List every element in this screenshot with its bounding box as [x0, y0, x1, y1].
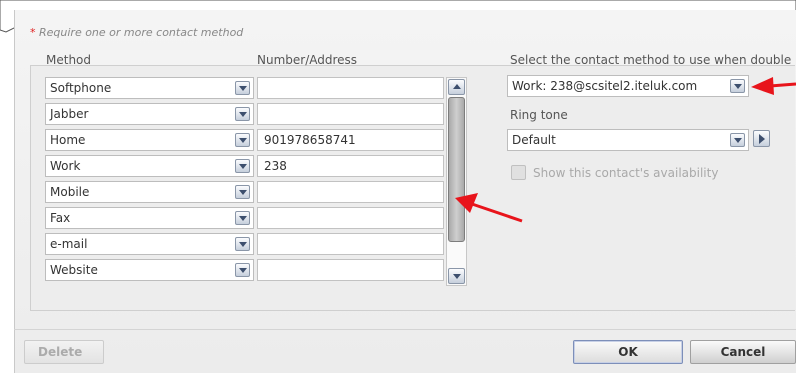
- method-select-label: Work: [50, 159, 81, 173]
- chevron-down-icon[interactable]: [235, 237, 250, 251]
- method-select-label: Website: [50, 263, 98, 277]
- method-select-website[interactable]: Website: [45, 259, 254, 281]
- number-field-softphone[interactable]: [257, 77, 444, 99]
- number-field-email[interactable]: [257, 233, 444, 255]
- required-text: Require one or more contact method: [35, 26, 244, 39]
- chevron-down-icon[interactable]: [235, 185, 250, 199]
- availability-label: Show this contact's availability: [533, 166, 719, 180]
- double-click-method-select[interactable]: Work: 238@scsitel2.iteluk.com: [507, 75, 749, 97]
- method-column-header: Method: [46, 53, 92, 67]
- method-select-jabber[interactable]: Jabber: [45, 103, 254, 125]
- scroll-down-icon[interactable]: [448, 268, 465, 284]
- method-select-email[interactable]: e-mail: [45, 233, 254, 255]
- double-click-selected: Work: 238@scsitel2.iteluk.com: [512, 79, 698, 93]
- number-column-header: Number/Address: [257, 53, 358, 67]
- chevron-down-icon[interactable]: [730, 133, 745, 147]
- ringtone-select[interactable]: Default: [507, 129, 749, 151]
- rows-scrollbar[interactable]: [446, 77, 467, 286]
- number-field-mobile[interactable]: [257, 181, 444, 203]
- method-select-work[interactable]: Work: [45, 155, 254, 177]
- method-select-label: Home: [50, 133, 86, 147]
- method-select-home[interactable]: Home: [45, 129, 254, 151]
- number-field-value: 238: [264, 159, 287, 173]
- cancel-button[interactable]: Cancel: [690, 340, 796, 364]
- number-field-fax[interactable]: [257, 207, 444, 229]
- scrollbar-thumb[interactable]: [448, 97, 465, 242]
- button-bar-divider: [14, 329, 796, 330]
- method-select-softphone[interactable]: Softphone: [45, 77, 254, 99]
- chevron-down-icon[interactable]: [235, 263, 250, 277]
- method-select-label: Fax: [50, 211, 71, 225]
- method-select-label: Mobile: [50, 185, 90, 199]
- number-field-jabber[interactable]: [257, 103, 444, 125]
- availability-checkbox[interactable]: [511, 165, 526, 180]
- method-select-mobile[interactable]: Mobile: [45, 181, 254, 203]
- delete-button[interactable]: Delete: [24, 340, 104, 364]
- ringtone-label: Ring tone: [510, 108, 568, 122]
- number-field-work[interactable]: 238: [257, 155, 444, 177]
- method-select-label: Jabber: [50, 107, 89, 121]
- chevron-down-icon[interactable]: [235, 211, 250, 225]
- number-field-value: 901978658741: [264, 133, 356, 147]
- method-select-label: e-mail: [50, 237, 88, 251]
- number-field-home[interactable]: 901978658741: [257, 129, 444, 151]
- method-select-fax[interactable]: Fax: [45, 207, 254, 229]
- chevron-down-icon[interactable]: [235, 159, 250, 173]
- play-icon[interactable]: [753, 130, 770, 147]
- required-notice: * Require one or more contact method: [30, 26, 243, 39]
- method-select-label: Softphone: [50, 81, 112, 95]
- double-click-label: Select the contact method to use when do…: [510, 53, 792, 67]
- chevron-down-icon[interactable]: [235, 133, 250, 147]
- chevron-down-icon[interactable]: [235, 107, 250, 121]
- chevron-down-icon[interactable]: [235, 81, 250, 95]
- ringtone-selected: Default: [512, 133, 556, 147]
- chevron-down-icon[interactable]: [730, 79, 745, 93]
- ok-button[interactable]: OK: [573, 340, 683, 364]
- number-field-website[interactable]: [257, 259, 444, 281]
- scroll-up-icon[interactable]: [448, 79, 465, 95]
